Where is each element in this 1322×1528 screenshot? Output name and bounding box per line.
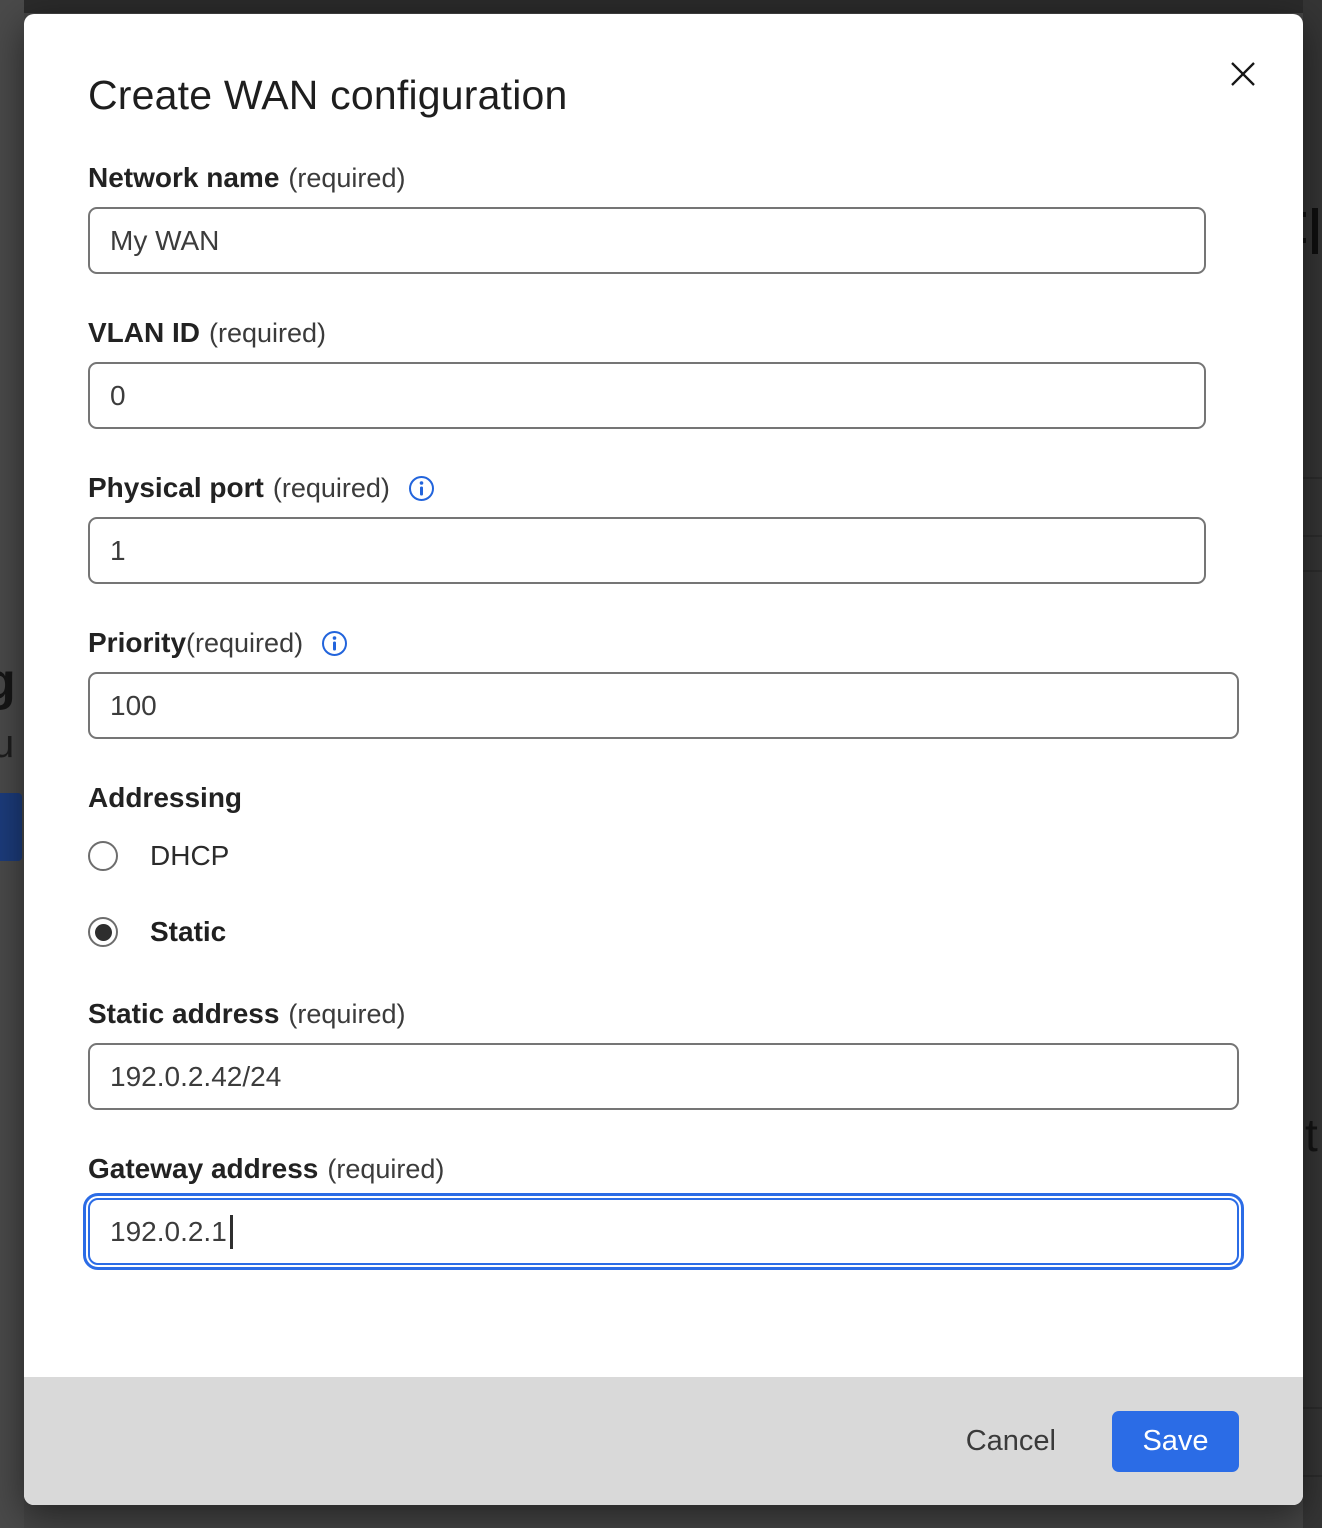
radio-unchecked-icon [88,841,118,871]
close-icon [1229,60,1257,88]
gateway-address-focus-ring [88,1198,1239,1265]
priority-input[interactable] [88,672,1239,739]
radio-option-static[interactable]: Static [88,916,1239,948]
close-button[interactable] [1223,54,1263,94]
required-hint: (required) [288,999,405,1030]
save-button[interactable]: Save [1112,1411,1239,1472]
required-hint: (required) [186,628,303,659]
background-row-line [1303,535,1322,537]
dialog-body: Create WAN configuration Network name (r… [24,14,1303,1377]
background-text-fragment [1312,208,1318,254]
background-text-fragment: g [0,652,16,712]
gateway-address-label: Gateway address [88,1153,318,1185]
static-address-input[interactable] [88,1043,1239,1110]
background-text-fragment: u [0,722,14,767]
field-label: Priority (required) [88,627,1239,659]
gateway-address-input[interactable] [88,1198,1239,1265]
background-text-fragment: t [1305,1108,1318,1162]
background-row-line [1303,1407,1322,1409]
physical-port-input[interactable] [88,517,1206,584]
info-icon [408,475,435,502]
field-physical-port: Physical port (required) [88,472,1239,584]
info-icon [321,630,348,657]
physical-port-info[interactable] [408,475,435,502]
text-cursor [230,1215,233,1249]
field-label: Static address (required) [88,998,1239,1030]
radio-option-dhcp[interactable]: DHCP [88,840,1239,872]
vlan-id-label: VLAN ID [88,317,200,349]
background-button-fragment [0,793,22,861]
radio-label-dhcp: DHCP [150,840,229,872]
field-static-address: Static address (required) [88,998,1239,1110]
priority-info[interactable] [321,630,348,657]
cancel-button[interactable]: Cancel [960,1415,1062,1468]
required-hint: (required) [327,1154,444,1185]
dimmed-background-right: t [1303,0,1322,1528]
physical-port-label: Physical port [88,472,264,504]
field-priority: Priority (required) [88,627,1239,739]
field-label: Network name (required) [88,162,1239,194]
dimmed-background-left: g u [0,0,24,1528]
static-address-label: Static address [88,998,279,1030]
dialog-footer: Cancel Save [24,1377,1303,1505]
dialog-title: Create WAN configuration [88,72,1239,119]
required-hint: (required) [209,318,326,349]
background-row-line [1303,570,1322,572]
radio-checked-icon [88,917,118,947]
overlay-top-strip [0,0,1322,13]
required-hint: (required) [273,473,390,504]
network-name-label: Network name [88,162,279,194]
field-label: Physical port (required) [88,472,1239,504]
field-gateway-address: Gateway address (required) [88,1153,1239,1265]
background-text-fragment [1303,212,1306,217]
field-label: Gateway address (required) [88,1153,1239,1185]
addressing-section-label: Addressing [88,782,1239,814]
field-label: VLAN ID (required) [88,317,1239,349]
network-name-input[interactable] [88,207,1206,274]
background-row-line [1303,477,1322,479]
create-wan-dialog: Create WAN configuration Network name (r… [24,14,1303,1505]
background-row-line [1303,1475,1322,1477]
vlan-id-input[interactable] [88,362,1206,429]
field-vlan-id: VLAN ID (required) [88,317,1239,429]
priority-label: Priority [88,627,186,659]
field-network-name: Network name (required) [88,162,1239,274]
required-hint: (required) [288,163,405,194]
radio-label-static: Static [150,916,226,948]
